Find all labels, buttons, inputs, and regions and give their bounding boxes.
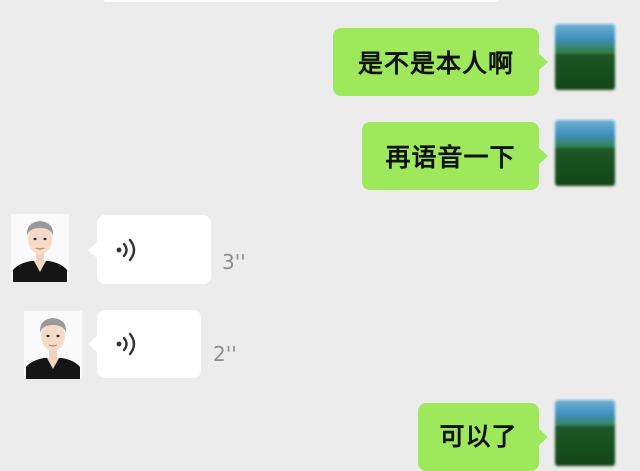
my-avatar[interactable] [555,24,615,90]
contact-avatar[interactable] [11,214,69,282]
message-text: 可以了 [439,422,518,451]
my-avatar[interactable] [555,120,615,186]
incoming-voice-bubble[interactable] [88,310,201,378]
outgoing-message-bubble[interactable]: 再语音一下 [362,122,548,190]
outgoing-message-bubble[interactable]: 是不是本人啊 [333,28,548,96]
voice-wave-icon [116,238,136,261]
previous-message-bubble [102,0,500,2]
cartoon-man-icon [24,311,82,379]
message-text: 是不是本人啊 [357,49,514,78]
voice-duration: 3'' [222,250,246,274]
message-text: 再语音一下 [385,143,516,172]
incoming-voice-bubble[interactable] [88,215,211,284]
my-avatar[interactable] [555,400,615,466]
cartoon-man-icon [11,214,69,282]
voice-wave-icon [116,332,136,356]
contact-avatar[interactable] [24,311,82,379]
voice-duration: 2'' [213,342,237,366]
outgoing-message-bubble[interactable]: 可以了 [418,403,548,471]
